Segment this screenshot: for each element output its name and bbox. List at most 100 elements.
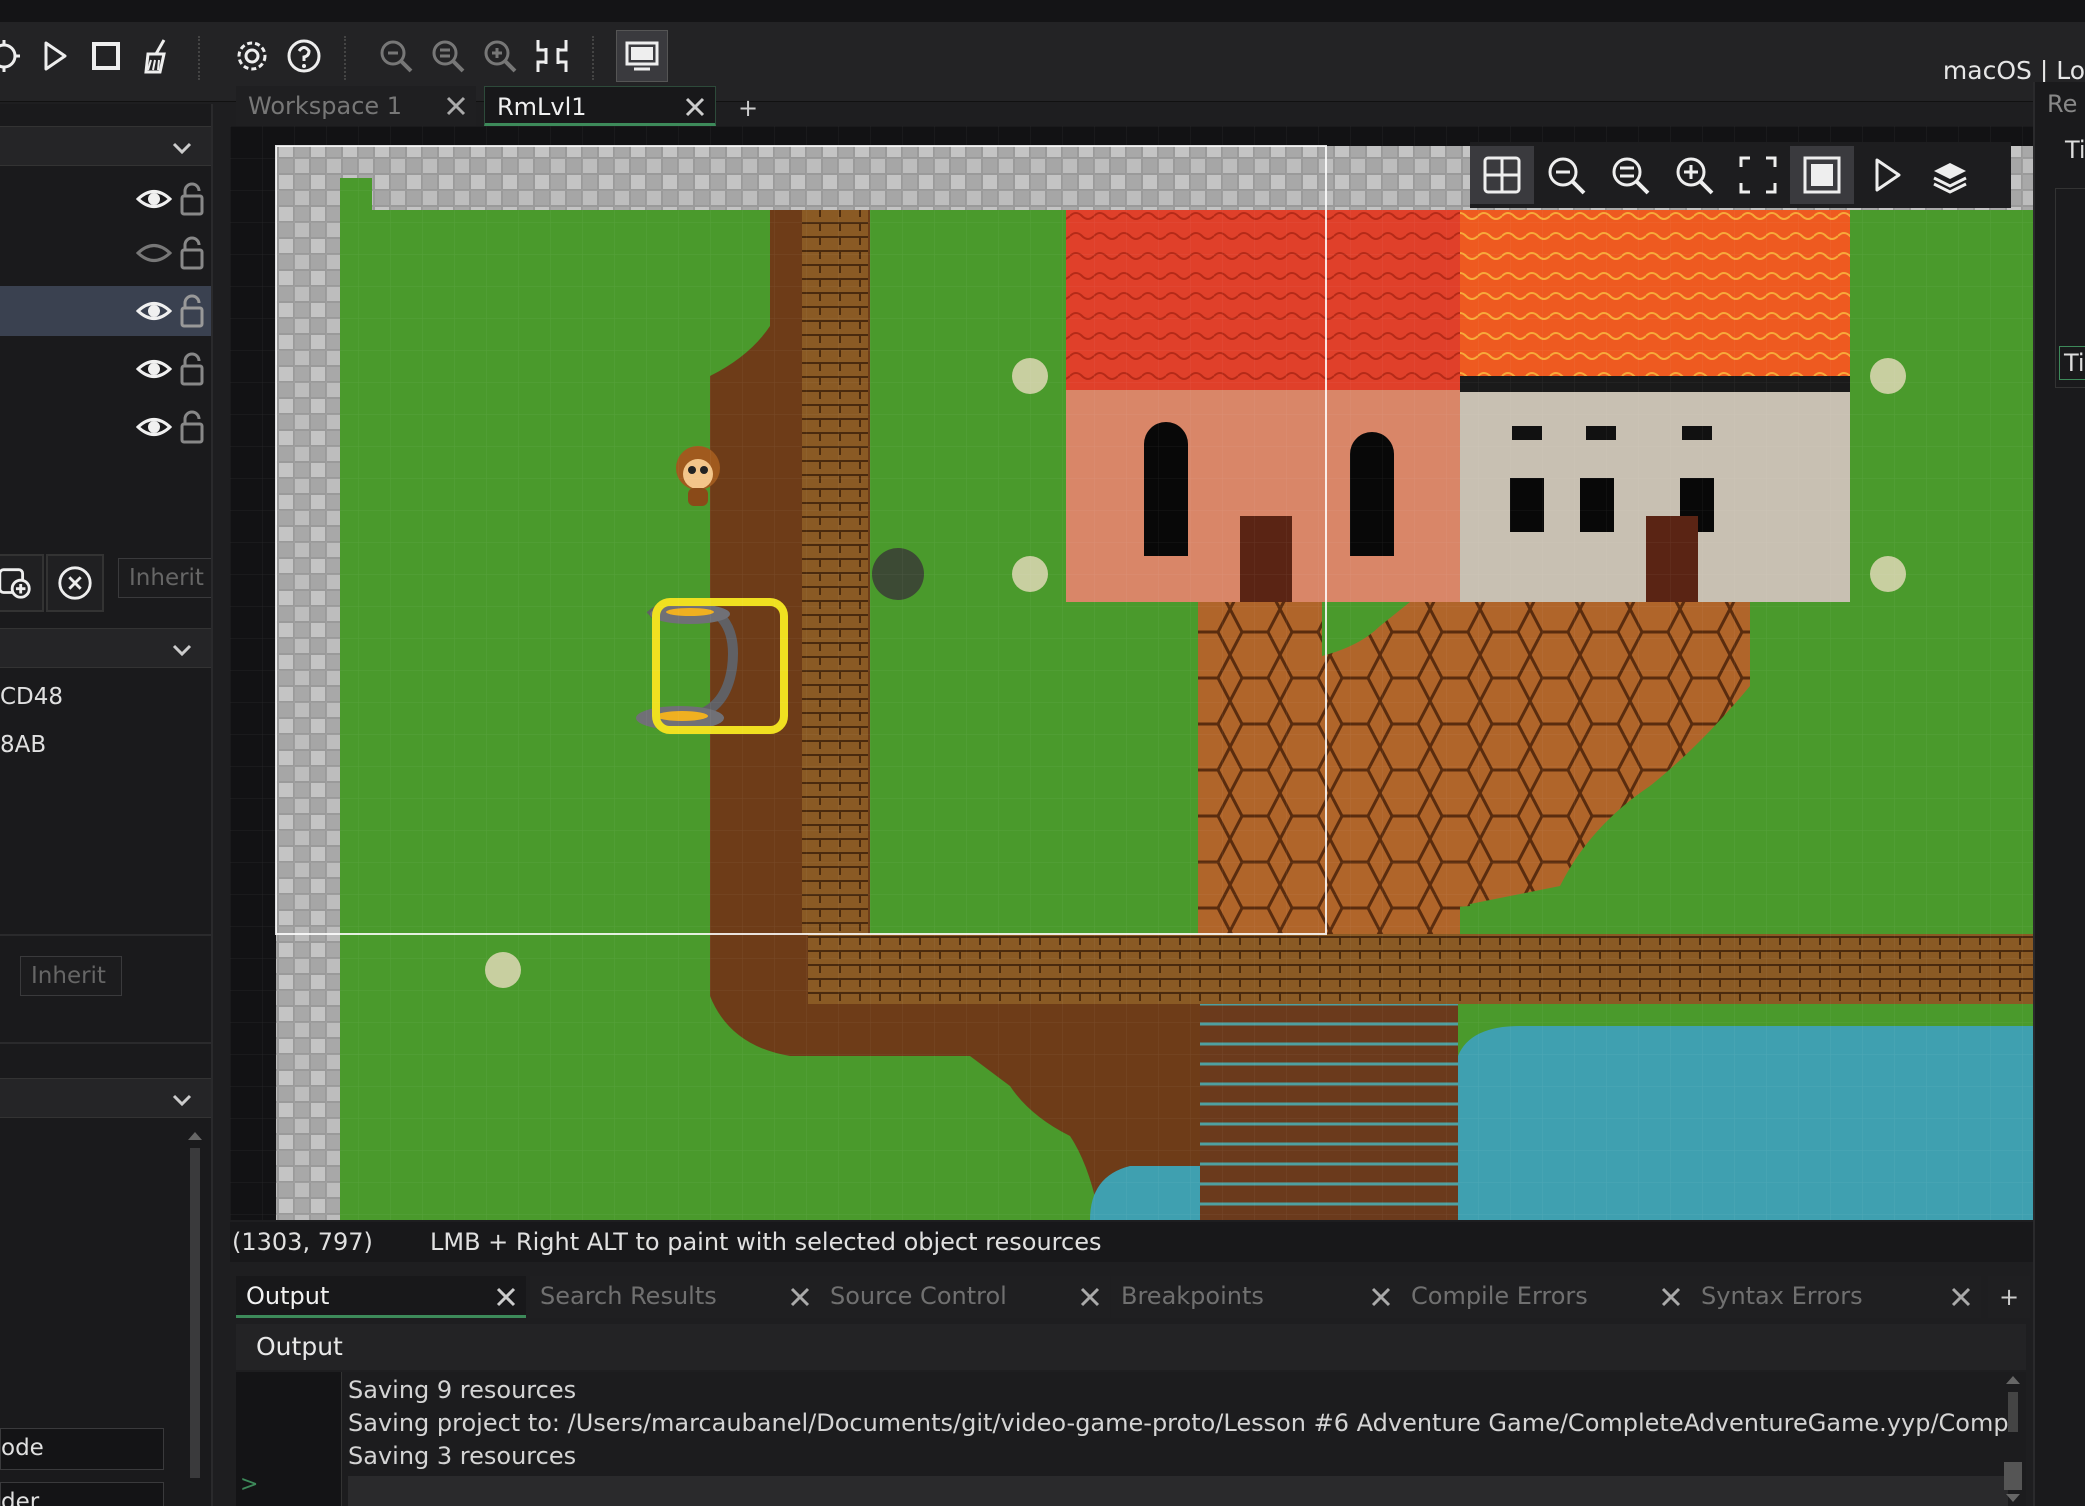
unlock-icon[interactable] [179, 352, 205, 386]
divider [0, 1042, 211, 1044]
title-strip [0, 0, 2085, 22]
right-panel: Re Ti Ti [2033, 82, 2085, 1506]
tab-rmlvl1[interactable]: RmLvl1 [484, 86, 716, 126]
close-icon[interactable] [788, 1285, 812, 1309]
broom-icon[interactable] [132, 30, 184, 82]
fit-icon[interactable] [526, 30, 578, 82]
eye-icon[interactable] [136, 296, 172, 326]
clean-icon[interactable] [0, 30, 30, 82]
properties-header[interactable] [0, 628, 211, 668]
property-value: 8AB [0, 732, 47, 758]
tab-label: Compile Errors [1411, 1282, 1588, 1310]
right-panel-tab[interactable]: Ti [2065, 136, 2085, 164]
layer-row[interactable] [0, 228, 211, 278]
left-panel: Inherit CD48 8AB Inherit ode der [0, 104, 213, 1506]
right-panel-tab[interactable]: Ti [2059, 346, 2085, 380]
zoom-reset-icon[interactable] [1598, 146, 1662, 204]
instances-header[interactable] [0, 1078, 211, 1118]
status-hint: LMB + Right ALT to paint with selected o… [430, 1228, 1102, 1256]
room-status-bar: (1303, 797) LMB + Right ALT to paint wit… [230, 1222, 2033, 1262]
property-value: CD48 [0, 684, 64, 710]
chevron-down-icon[interactable] [169, 637, 195, 663]
tab-source-control[interactable]: Source Control [820, 1276, 1110, 1318]
divider [0, 934, 211, 936]
chevron-down-icon[interactable] [169, 135, 195, 161]
close-icon[interactable] [494, 1285, 518, 1309]
close-icon[interactable] [1659, 1285, 1683, 1309]
tab-label: RmLvl1 [497, 93, 587, 121]
frame-icon[interactable] [1790, 146, 1854, 204]
layers-header[interactable] [0, 126, 211, 166]
close-icon[interactable] [1078, 1285, 1102, 1309]
tab-label: Breakpoints [1121, 1282, 1264, 1310]
run-icon[interactable] [28, 30, 80, 82]
layer-button-row: Inherit [0, 544, 211, 614]
layer-row[interactable] [0, 174, 211, 224]
add-layer-button[interactable] [0, 554, 44, 612]
layer-row[interactable] [0, 344, 211, 394]
target-label[interactable]: macOS | Lo [1943, 56, 2085, 85]
fullscreen-icon[interactable] [1726, 146, 1790, 204]
zoom-out-icon[interactable] [1534, 146, 1598, 204]
tab-output[interactable]: Output [236, 1276, 526, 1318]
window-icon[interactable] [616, 30, 668, 82]
tab-label: Source Control [830, 1282, 1007, 1310]
eye-icon[interactable] [136, 354, 172, 384]
inherit-button[interactable]: Inherit [118, 558, 211, 598]
toolbar-separator [592, 36, 594, 80]
zoom-in-icon[interactable] [1662, 146, 1726, 204]
tab-search-results[interactable]: Search Results [530, 1276, 820, 1318]
zoom-reset-icon[interactable] [422, 30, 474, 82]
output-scrollbar[interactable] [2002, 1372, 2024, 1506]
eye-hidden-icon[interactable] [136, 238, 172, 268]
toolbar-separator [198, 36, 200, 80]
gamemaker-ide: macOS | Lo Inherit CD48 8AB Inherit ode … [0, 0, 2085, 1506]
inherit-button[interactable]: Inherit [20, 956, 122, 996]
tab-breakpoints[interactable]: Breakpoints [1111, 1276, 1401, 1318]
unlock-icon[interactable] [179, 410, 205, 444]
tab-syntax-errors[interactable]: Syntax Errors [1691, 1276, 1981, 1318]
settings-icon[interactable] [226, 30, 278, 82]
delete-layer-button[interactable] [46, 554, 104, 612]
close-icon[interactable] [444, 94, 468, 118]
scrollbar[interactable] [186, 1128, 204, 1506]
close-icon[interactable] [1949, 1285, 1973, 1309]
eye-icon[interactable] [136, 412, 172, 442]
unlock-icon[interactable] [179, 236, 205, 270]
toolbar-separator [344, 36, 346, 80]
play-icon[interactable] [1854, 146, 1918, 204]
close-circle-icon [58, 566, 92, 600]
text-field[interactable]: ode [0, 1428, 164, 1470]
grid-icon[interactable] [1470, 146, 1534, 204]
add-tab-button[interactable]: + [738, 94, 758, 122]
output-line: Saving project to: /Users/marcaubanel/Do… [348, 1409, 2008, 1437]
tab-workspace-1[interactable]: Workspace 1 [236, 86, 476, 126]
room-editor-canvas[interactable] [230, 126, 2033, 1220]
output-prompt: > [240, 1472, 259, 1497]
right-panel-tab[interactable]: Re [2047, 90, 2077, 118]
room-view-toolbar [1470, 142, 2011, 208]
zoom-in-icon[interactable] [474, 30, 526, 82]
close-icon[interactable] [683, 95, 707, 119]
cursor-coordinates: (1303, 797) [232, 1228, 373, 1256]
unlock-icon[interactable] [179, 182, 205, 216]
layers-icon[interactable] [1918, 146, 1982, 204]
close-icon[interactable] [1369, 1285, 1393, 1309]
add-output-tab-button[interactable]: + [1988, 1276, 2030, 1318]
output-console[interactable]: > Saving 9 resources Saving project to: … [236, 1372, 2026, 1506]
layer-row-selected[interactable] [0, 286, 211, 336]
output-line: Saving 9 resources [348, 1376, 577, 1404]
tab-compile-errors[interactable]: Compile Errors [1401, 1276, 1691, 1318]
text-field[interactable]: der [0, 1482, 164, 1506]
workspace-tabs: Workspace 1 RmLvl1 + [230, 82, 2030, 126]
stop-icon[interactable] [80, 30, 132, 82]
output-input[interactable] [348, 1476, 2008, 1506]
chevron-down-icon[interactable] [169, 1087, 195, 1113]
output-tabs: Output Search Results Source Control Bre… [230, 1274, 2030, 1320]
unlock-icon[interactable] [179, 294, 205, 328]
room-tile-map[interactable] [230, 126, 2033, 1220]
eye-icon[interactable] [136, 184, 172, 214]
zoom-out-icon[interactable] [370, 30, 422, 82]
help-icon[interactable] [278, 30, 330, 82]
layer-row[interactable] [0, 402, 211, 452]
